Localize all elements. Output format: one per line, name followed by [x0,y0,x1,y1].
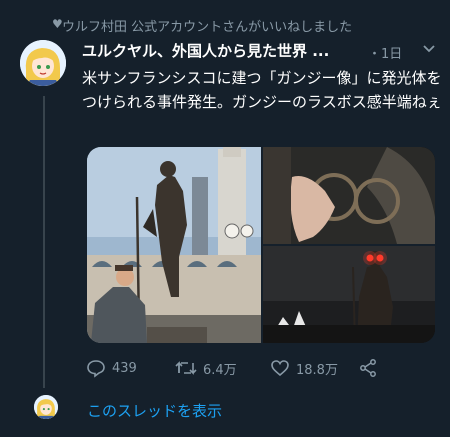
tweet-timestamp[interactable]: ・1日 [368,43,402,62]
retweet-icon [175,361,197,375]
tweet-media[interactable] [87,147,435,343]
share-button[interactable] [358,358,384,378]
media-photo-statue[interactable] [87,147,261,343]
like-button[interactable]: 18.8万 [270,358,338,378]
social-context-text: ウルフ村田 公式アカウントさんがいいねしました [62,20,353,35]
like-count: 18.8万 [296,362,338,378]
tweet-text: 米サンフランシスコに建つ「ガンジー像」に発光体をつけられる事件発生。ガンジーのラ… [82,69,442,111]
chevron-down-icon[interactable] [421,41,437,57]
thread-line [43,96,45,388]
author-name[interactable]: ユルクヤル、外国人から見た世界 ... [82,40,329,61]
heart-icon: ♥ [52,17,63,31]
show-thread-link[interactable]: このスレッドを表示 [87,400,222,421]
media-grid [87,147,435,343]
like-icon [271,360,289,377]
media-photo-night[interactable] [263,246,435,343]
avatar[interactable] [20,40,66,86]
reply-button[interactable]: 439 [86,358,137,378]
social-context: ♥ ウルフ村田 公式アカウントさんがいいねしました [52,16,353,35]
reply-icon [87,360,105,378]
retweet-count: 6.4万 [203,362,237,378]
reply-count: 439 [112,360,137,376]
share-icon [360,359,376,377]
media-photo-closeup[interactable] [263,147,435,244]
thread-avatar[interactable] [34,395,58,419]
retweet-button[interactable]: 6.4万 [175,358,237,378]
